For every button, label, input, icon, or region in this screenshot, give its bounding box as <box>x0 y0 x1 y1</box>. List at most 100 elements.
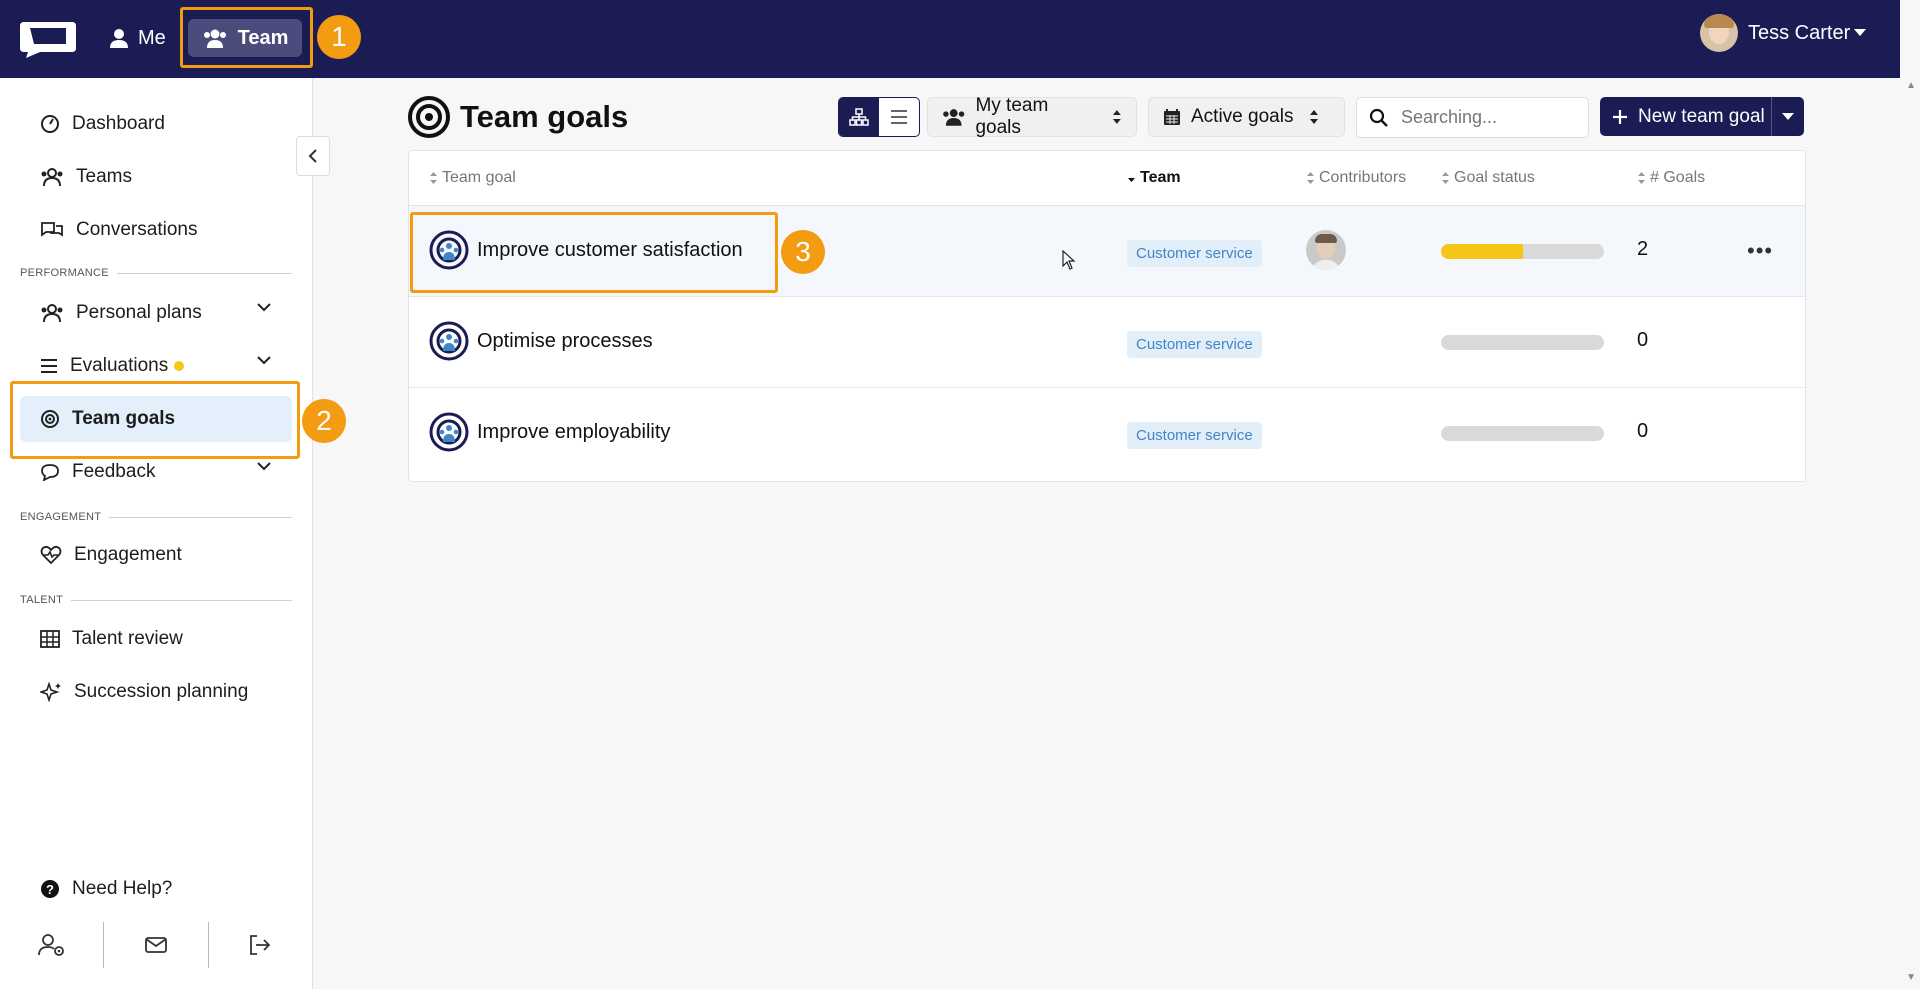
sidebar-item-label: Succession planning <box>74 681 249 702</box>
column-label: Contributors <box>1319 169 1407 186</box>
sort-caret-icon <box>1310 110 1319 124</box>
sidebar-item-label: Conversations <box>76 219 198 240</box>
team-goal-icon <box>429 321 469 361</box>
user-menu[interactable]: Tess Carter <box>1700 14 1867 52</box>
nav-me[interactable]: Me <box>110 20 166 56</box>
view-toggle <box>838 97 920 137</box>
sidebar-item-label: Dashboard <box>72 113 165 134</box>
more-options-icon[interactable]: ••• <box>1747 238 1773 264</box>
sort-icon <box>430 172 437 184</box>
users-icon <box>943 109 965 126</box>
user-settings-button[interactable] <box>0 920 103 970</box>
goals-count: 0 <box>1637 329 1649 351</box>
sidebar-item-succession-planning[interactable]: Succession planning <box>20 669 292 715</box>
chevron-left-icon <box>308 149 317 163</box>
user-name: Tess Carter <box>1748 21 1851 44</box>
annotation-highlight-3 <box>410 212 778 293</box>
sidebar-item-personal-plans[interactable]: Personal plans <box>20 290 292 336</box>
column-header-goals-count[interactable]: # Goals <box>1637 169 1705 187</box>
contributor-avatar[interactable] <box>1306 230 1346 270</box>
logout-icon <box>250 935 271 955</box>
nav-me-label: Me <box>138 26 166 49</box>
column-header-contributors[interactable]: Contributors <box>1306 169 1406 187</box>
annotation-badge-3: 3 <box>781 230 825 274</box>
envelope-icon <box>145 937 167 953</box>
list-view-button[interactable] <box>879 98 919 136</box>
need-help-link[interactable]: ? Need Help? <box>20 866 292 912</box>
goal-name-link[interactable]: Improve employability <box>429 412 670 452</box>
sidebar-item-label: Personal plans <box>76 302 202 323</box>
chevron-down-icon[interactable] <box>256 302 272 312</box>
gauge-icon <box>41 115 59 133</box>
status-filter-dropdown[interactable]: Active goals <box>1148 97 1345 137</box>
team-goals-table: Team goal Team Contributors Goal status … <box>408 150 1806 482</box>
messages-button[interactable] <box>104 920 207 970</box>
tree-view-button[interactable] <box>839 98 879 136</box>
page-title-text: Team goals <box>460 99 629 134</box>
annotation-highlight-2 <box>10 381 300 459</box>
goal-name-link[interactable]: Optimise processes <box>429 321 653 361</box>
team-tag: Customer service <box>1127 331 1262 358</box>
sidebar-item-dashboard[interactable]: Dashboard <box>20 101 292 147</box>
team-filter-value: My team goals <box>975 95 1049 138</box>
column-label: # Goals <box>1650 169 1706 186</box>
progress-fill <box>1441 244 1523 259</box>
sort-desc-icon <box>1128 178 1135 182</box>
app-logo[interactable] <box>18 18 78 60</box>
sidebar-footer <box>0 920 312 970</box>
team-tag: Customer service <box>1127 422 1262 449</box>
sidebar-item-talent-review[interactable]: Talent review <box>20 616 292 662</box>
annotation-badge-2: 2 <box>302 399 346 443</box>
team-tag: Customer service <box>1127 240 1262 267</box>
table-row[interactable]: Improve employability Customer service 0 <box>409 388 1805 478</box>
svg-text:?: ? <box>46 882 54 897</box>
search-input[interactable] <box>1399 106 1583 129</box>
notification-dot <box>174 361 185 371</box>
column-header-goal-status[interactable]: Goal status <box>1441 169 1535 187</box>
list-icon <box>891 110 907 124</box>
sidebar-item-label: Talent review <box>72 628 183 649</box>
scroll-down-arrow[interactable]: ▼ <box>1906 972 1916 983</box>
new-team-goal-dropdown-toggle[interactable] <box>1771 97 1804 136</box>
goals-count: 2 <box>1637 238 1649 260</box>
section-header-talent: TALENT <box>20 594 292 606</box>
collapse-sidebar-button[interactable] <box>296 136 330 176</box>
sidebar-item-engagement[interactable]: Engagement <box>20 532 292 578</box>
sidebar-item-label: Feedback <box>72 461 156 482</box>
scroll-up-arrow[interactable]: ▲ <box>1906 80 1916 91</box>
grid-icon <box>40 630 60 648</box>
goal-status-progress <box>1441 244 1604 259</box>
status-filter-value: Active goals <box>1191 106 1294 127</box>
sidebar-item-conversations[interactable]: Conversations <box>20 207 292 253</box>
column-label: Team <box>1140 169 1181 186</box>
sidebar-item-teams[interactable]: Teams <box>20 154 292 200</box>
goal-name: Improve employability <box>477 420 671 443</box>
section-header-engagement: ENGAGEMENT <box>20 511 292 523</box>
goal-name: Optimise processes <box>477 329 653 352</box>
caret-down-icon <box>1854 29 1867 36</box>
column-header-team-goal[interactable]: Team goal <box>429 169 516 187</box>
users-icon <box>41 168 63 186</box>
new-team-goal-label: New team goal <box>1638 105 1765 127</box>
plus-icon <box>1613 109 1627 124</box>
chat-bubbles-icon <box>41 222 63 237</box>
chevron-down-icon[interactable] <box>256 355 272 365</box>
goal-status-progress <box>1441 426 1604 441</box>
new-team-goal-button[interactable]: New team goal <box>1600 97 1804 136</box>
section-label: PERFORMANCE <box>20 267 109 279</box>
sort-icon <box>1442 172 1449 184</box>
users-icon <box>41 304 63 322</box>
column-label: Team goal <box>442 169 516 186</box>
section-label: ENGAGEMENT <box>20 511 102 523</box>
column-header-team[interactable]: Team <box>1127 169 1181 187</box>
team-filter-dropdown[interactable]: My team goals <box>927 95 1137 138</box>
table-row[interactable]: Optimise processes Customer service 0 <box>409 297 1805 388</box>
new-team-goal-main[interactable]: New team goal <box>1600 97 1771 136</box>
user-icon <box>110 29 128 48</box>
annotation-highlight-1 <box>180 7 313 68</box>
chevron-down-icon[interactable] <box>256 461 272 471</box>
hierarchy-icon <box>849 108 869 126</box>
search-icon <box>1369 108 1388 127</box>
logout-button[interactable] <box>209 920 312 970</box>
calendar-icon <box>1164 109 1180 125</box>
